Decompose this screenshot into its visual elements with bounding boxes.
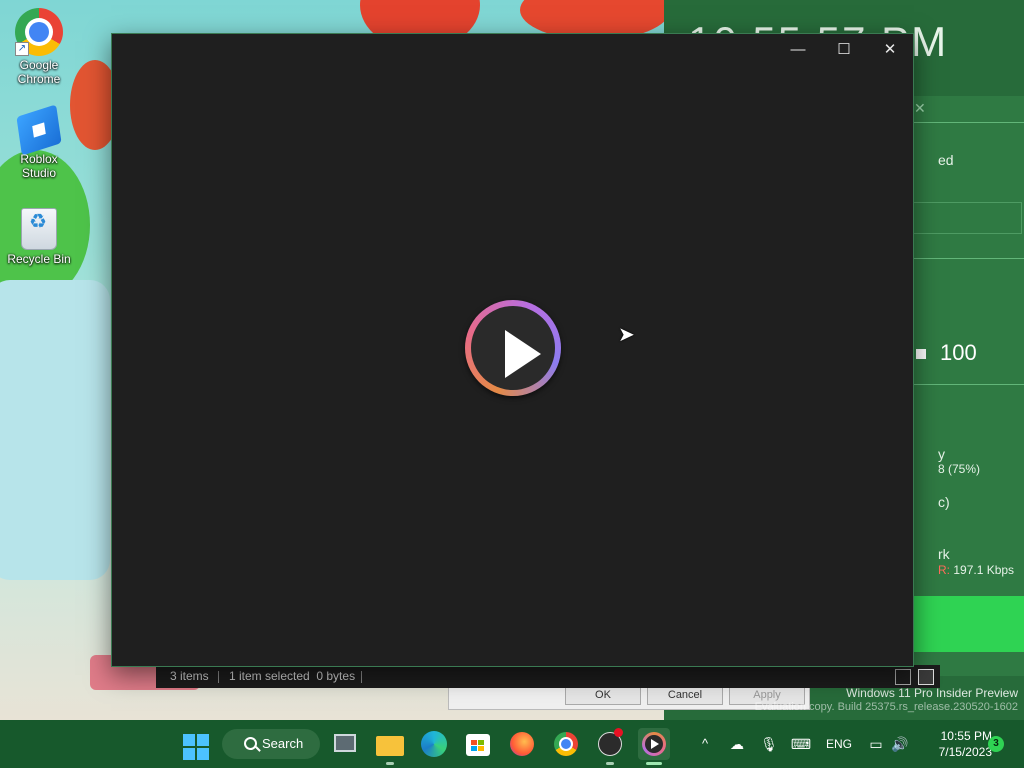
chrome-taskbar-button[interactable] [550, 728, 582, 760]
taskbar-search-button[interactable]: Search [222, 729, 320, 759]
panel-input[interactable] [910, 202, 1022, 234]
chrome-icon: ↗ [15, 8, 63, 56]
disk-label: c) [938, 494, 950, 510]
network-icon[interactable]: ▭ [866, 720, 886, 768]
show-hidden-icons-chevron[interactable]: ^ [694, 720, 716, 768]
desktop-icon-label: Roblox Studio [20, 152, 58, 180]
network-prefix: R: [938, 563, 950, 577]
task-view-button[interactable] [330, 728, 362, 760]
edge-button[interactable] [418, 728, 450, 760]
taskbar-clock[interactable]: 10:55 PM 7/15/2023 [918, 728, 992, 760]
minimize-button[interactable]: — [775, 34, 821, 66]
desktop-icon-label: Chrome [17, 72, 61, 86]
file-explorer-button[interactable] [374, 728, 406, 765]
close-button[interactable]: ✕ [867, 34, 913, 66]
memory-value: 8 (75%) [938, 462, 981, 476]
media-player-taskbar-button[interactable] [638, 728, 670, 765]
stop-icon[interactable] [916, 349, 926, 359]
play-button[interactable] [465, 300, 561, 396]
running-indicator [386, 762, 394, 765]
windows-logo-icon [197, 748, 209, 760]
large-icons-view-icon[interactable] [918, 669, 934, 685]
play-triangle [505, 330, 541, 378]
explorer-status-bar: 3 items 1 item selected 0 bytes [156, 665, 940, 688]
active-indicator [646, 762, 662, 765]
panel-status-text: ed [938, 152, 954, 168]
start-button[interactable] [183, 734, 209, 760]
background-app-panel: ✕ ed 100 y 8 (75%) c) rk R: 197.1 Kbps [910, 96, 1024, 676]
play-icon [651, 739, 659, 749]
selection-info: 1 item selected 0 bytes [229, 669, 356, 683]
volume-icon[interactable]: 🔊 [890, 720, 910, 768]
taskbar: Search ^ ☁ 🎙 ⌨ ENG ▭ 🔊 10:55 PM 7/15/202… [0, 720, 1024, 768]
keyboard-icon[interactable]: ⌨ [790, 720, 812, 768]
divider [910, 258, 1024, 259]
store-icon-tile [471, 746, 477, 751]
mouse-cursor-icon: ➤ [618, 324, 635, 346]
desktop-icon-recycle-bin[interactable]: Recycle Bin [2, 204, 76, 266]
store-icon-tile [478, 740, 484, 745]
edge-icon [421, 731, 447, 757]
divider [910, 384, 1024, 385]
firefox-button[interactable] [506, 728, 538, 760]
folder-icon [376, 736, 404, 756]
roblox-studio-icon [16, 104, 62, 156]
divider [361, 671, 362, 683]
store-icon [466, 734, 490, 756]
desktop-icon-label: Recycle Bin [7, 252, 71, 266]
details-view-icon[interactable] [895, 669, 911, 685]
task-view-icon [334, 734, 356, 752]
onedrive-icon[interactable]: ☁ [726, 720, 748, 768]
search-icon [244, 737, 257, 750]
maximize-button[interactable]: ☐ [821, 34, 867, 66]
item-count: 3 items [170, 669, 209, 683]
chrome-icon-center [561, 739, 571, 749]
watermark-line2: Evaluation copy. Build 25375.rs_release.… [754, 701, 1018, 713]
microsoft-store-button[interactable] [462, 728, 494, 760]
panel-action-button[interactable] [910, 596, 1024, 652]
panel-value: 100 [940, 340, 977, 365]
recording-dot-icon [614, 728, 623, 737]
search-label: Search [262, 736, 304, 751]
clock-time: 10:55 PM [940, 729, 992, 743]
network-label: rk [938, 546, 950, 562]
ok-button[interactable]: OK [565, 685, 641, 705]
network-value: 197.1 Kbps [953, 563, 1015, 577]
desktop-icon-roblox-studio[interactable]: Roblox Studio [2, 104, 76, 180]
store-icon-tile [471, 740, 477, 745]
store-icon-tile [478, 746, 484, 751]
media-player-window[interactable]: — ☐ ✕ ➤ [111, 33, 914, 667]
notification-badge[interactable]: 3 [988, 736, 1004, 752]
os-watermark: Windows 11 Pro Insider Preview Evaluatio… [755, 686, 1018, 714]
microphone-icon[interactable]: 🎙 [758, 720, 780, 768]
firefox-icon [510, 732, 534, 756]
obs-button[interactable] [594, 728, 626, 765]
desktop-icon-label: Google [19, 58, 59, 72]
divider [910, 122, 1024, 123]
windows-logo-icon [183, 748, 195, 760]
wallpaper-shape [0, 280, 110, 580]
windows-logo-icon [197, 734, 209, 746]
network-readout: R: 197.1 Kbps [938, 563, 1014, 577]
recycle-bin-icon [21, 208, 57, 250]
windows-logo-icon [183, 734, 195, 746]
divider [218, 671, 219, 683]
running-indicator [606, 762, 614, 765]
panel-close-icon[interactable]: ✕ [914, 100, 926, 117]
clock-date: 7/15/2023 [938, 745, 992, 759]
memory-label: y [938, 446, 945, 462]
watermark-line1: Windows 11 Pro Insider Preview [846, 686, 1018, 700]
desktop-icon-chrome[interactable]: ↗ Google Chrome [2, 8, 76, 86]
cancel-button[interactable]: Cancel [647, 685, 723, 705]
language-indicator[interactable]: ENG [824, 720, 854, 768]
shortcut-arrow-icon: ↗ [15, 42, 29, 56]
play-icon [471, 306, 555, 390]
